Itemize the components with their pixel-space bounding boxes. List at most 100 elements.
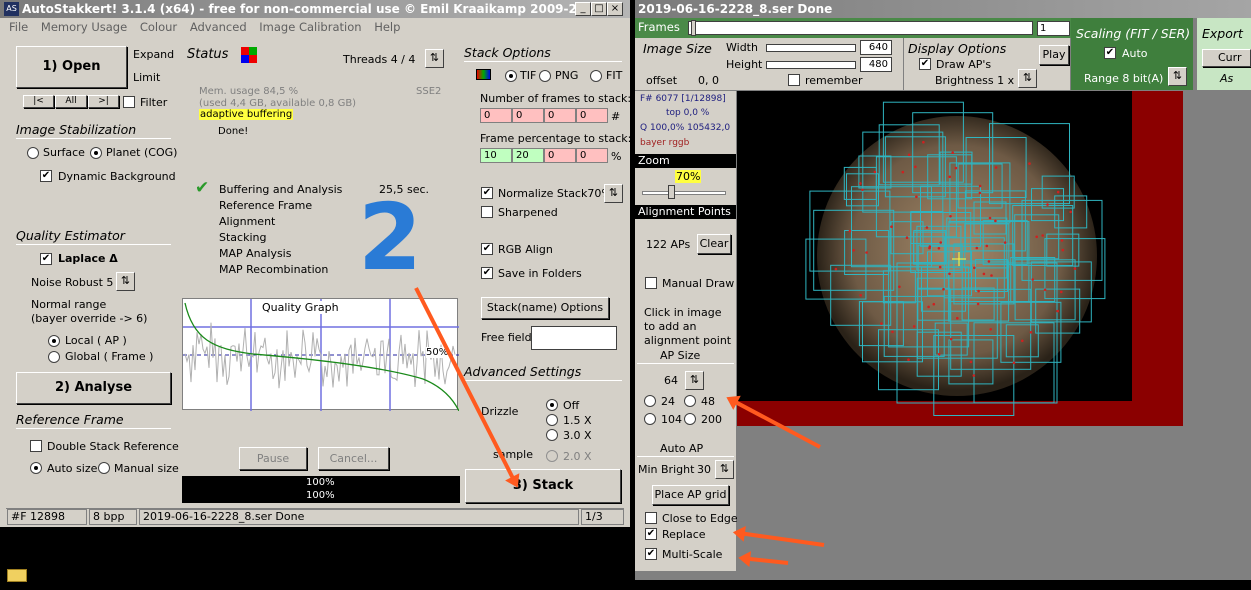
maximize-button[interactable]: □ <box>591 2 607 16</box>
laplace-checkbox[interactable]: ✔ <box>40 253 52 265</box>
filter-checkbox[interactable] <box>123 96 135 108</box>
drizzle-30-radio[interactable] <box>546 429 558 441</box>
nframes-field-2[interactable]: 0 <box>512 108 544 123</box>
alignment-point-dot <box>1056 309 1059 313</box>
manual-draw-label: Manual Draw <box>662 277 735 290</box>
viewer-title-bar: 2019-06-16-2228_8.ser Done <box>635 0 1251 18</box>
close-button[interactable]: × <box>607 2 623 16</box>
menu-memory-usage[interactable]: Memory Usage <box>41 20 127 34</box>
minimize-button[interactable]: _ <box>575 2 591 16</box>
image-viewport[interactable] <box>737 91 1251 580</box>
app-logo-icon: AS <box>4 2 19 16</box>
rgb-align-checkbox[interactable]: ✔ <box>481 243 493 255</box>
offset-label: offset <box>646 74 678 87</box>
threads-stepper[interactable]: ⇅ <box>425 49 444 68</box>
surface-radio[interactable] <box>27 147 39 159</box>
width-slider[interactable] <box>766 44 856 52</box>
ap-size-48-radio[interactable] <box>684 395 696 407</box>
png-radio[interactable] <box>539 70 551 82</box>
folder-icon[interactable] <box>7 569 27 582</box>
alignment-point-dot <box>1012 361 1016 365</box>
replace-checkbox[interactable]: ✔ <box>645 528 657 540</box>
limit-link[interactable]: Limit <box>133 71 160 84</box>
zoom-slider-thumb[interactable] <box>668 185 675 199</box>
analyse-button[interactable]: 2) Analyse <box>16 372 171 404</box>
double-stack-checkbox[interactable] <box>30 440 42 452</box>
width-value[interactable]: 640 <box>860 40 892 55</box>
dynamic-background-checkbox[interactable]: ✔ <box>40 170 52 182</box>
auto-scaling-label: Auto <box>1122 47 1148 60</box>
close-to-edge-checkbox[interactable] <box>645 512 657 524</box>
viewer-title: 2019-06-16-2228_8.ser Done <box>638 2 833 16</box>
save-folders-checkbox[interactable]: ✔ <box>481 267 493 279</box>
nframes-field-3[interactable]: 0 <box>544 108 576 123</box>
zoom-slider-track[interactable] <box>642 191 726 195</box>
open-button[interactable]: 1) Open <box>16 46 127 88</box>
local-radio[interactable] <box>48 335 60 347</box>
brightness-stepper[interactable]: ⇅ <box>1018 69 1037 88</box>
menu-image-calibration[interactable]: Image Calibration <box>259 20 361 34</box>
draw-aps-checkbox[interactable]: ✔ <box>919 58 931 70</box>
manual-size-radio[interactable] <box>98 462 110 474</box>
drizzle-15-radio[interactable] <box>546 414 558 426</box>
planet-radio[interactable] <box>90 147 102 159</box>
sample-radio[interactable] <box>546 450 558 462</box>
png-label: PNG <box>555 69 579 82</box>
frames-slider-thumb[interactable] <box>691 20 696 36</box>
height-slider[interactable] <box>766 61 856 69</box>
noise-robust-stepper[interactable]: ⇅ <box>116 272 135 291</box>
alignment-point-dot <box>1003 241 1007 244</box>
auto-scaling-checkbox[interactable]: ✔ <box>1104 47 1116 59</box>
tif-radio[interactable] <box>505 70 517 82</box>
multi-scale-checkbox[interactable]: ✔ <box>645 548 657 560</box>
expand-link[interactable]: Expand <box>133 48 174 61</box>
drizzle-off-radio[interactable] <box>546 399 558 411</box>
clear-button[interactable]: Clear <box>697 234 731 254</box>
menu-file[interactable]: File <box>9 20 28 34</box>
menu-advanced[interactable]: Advanced <box>190 20 247 34</box>
normalize-stepper[interactable]: ⇅ <box>604 184 623 203</box>
height-value[interactable]: 480 <box>860 57 892 72</box>
manual-draw-checkbox[interactable] <box>645 277 657 289</box>
global-radio[interactable] <box>48 351 60 363</box>
normal-range-label: Normal range <box>31 298 107 311</box>
play-button[interactable]: Play <box>1039 45 1069 65</box>
range-stepper[interactable]: ⇅ <box>1168 67 1187 86</box>
nframes-field-1[interactable]: 0 <box>480 108 512 123</box>
ap-size-200-radio[interactable] <box>684 413 696 425</box>
ap-size-24-label: 24 <box>661 395 675 408</box>
alignment-point-dot <box>975 246 979 250</box>
nav-first-button[interactable]: |< <box>23 95 54 108</box>
alignment-point-dot <box>873 170 877 174</box>
menu-help[interactable]: Help <box>374 20 400 34</box>
percentage-field-3[interactable]: 0 <box>544 148 576 163</box>
ap-size-104-radio[interactable] <box>644 413 656 425</box>
nav-all-button[interactable]: All <box>55 95 87 108</box>
export-current-button[interactable]: Curr <box>1202 49 1251 67</box>
ap-size-stepper[interactable]: ⇅ <box>685 371 704 390</box>
free-field-input[interactable] <box>531 326 617 350</box>
menu-colour[interactable]: Colour <box>140 20 177 34</box>
stackname-options-button[interactable]: Stack(name) Options <box>481 297 609 319</box>
pause-button[interactable]: Pause <box>239 447 307 470</box>
min-bright-stepper[interactable]: ⇅ <box>715 460 734 479</box>
normalize-checkbox[interactable]: ✔ <box>481 187 493 199</box>
ap-size-24-radio[interactable] <box>644 395 656 407</box>
annotation-number-2: 2 <box>358 184 423 291</box>
sharpened-checkbox[interactable] <box>481 206 493 218</box>
alignment-point-dot <box>1043 288 1047 292</box>
frame-number-input[interactable]: 1 <box>1037 21 1070 36</box>
nframes-field-4[interactable]: 0 <box>576 108 608 123</box>
nav-last-button[interactable]: >| <box>88 95 119 108</box>
cancel-button[interactable]: Cancel... <box>318 447 389 470</box>
percentage-field-2[interactable]: 20 <box>512 148 544 163</box>
percentage-field-1[interactable]: 10 <box>480 148 512 163</box>
alignment-point-dot <box>1031 278 1034 281</box>
fit-radio[interactable] <box>590 70 602 82</box>
auto-size-radio[interactable] <box>30 462 42 474</box>
frames-slider[interactable] <box>688 21 1033 35</box>
percentage-field-4[interactable]: 0 <box>576 148 608 163</box>
remember-checkbox[interactable] <box>788 74 800 86</box>
place-ap-grid-button[interactable]: Place AP grid <box>652 485 729 505</box>
stack-button[interactable]: 3) Stack <box>465 469 621 503</box>
